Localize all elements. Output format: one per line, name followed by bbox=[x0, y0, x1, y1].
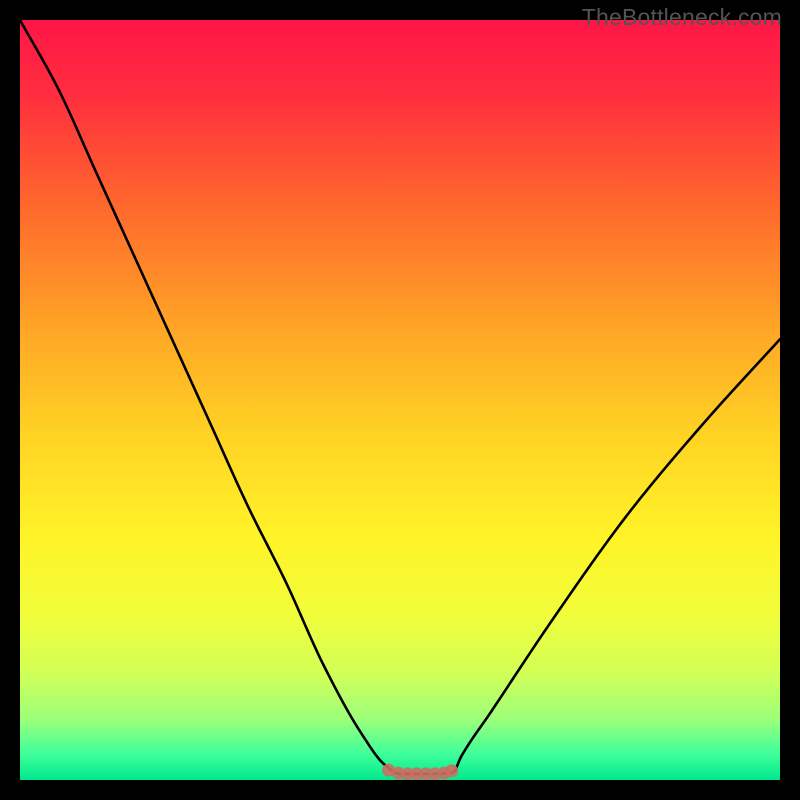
bottleneck-chart bbox=[20, 20, 780, 780]
chart-frame: TheBottleneck.com bbox=[0, 0, 800, 800]
watermark-text: TheBottleneck.com bbox=[582, 4, 782, 31]
flat-marker bbox=[445, 764, 458, 777]
gradient-background bbox=[20, 20, 780, 780]
